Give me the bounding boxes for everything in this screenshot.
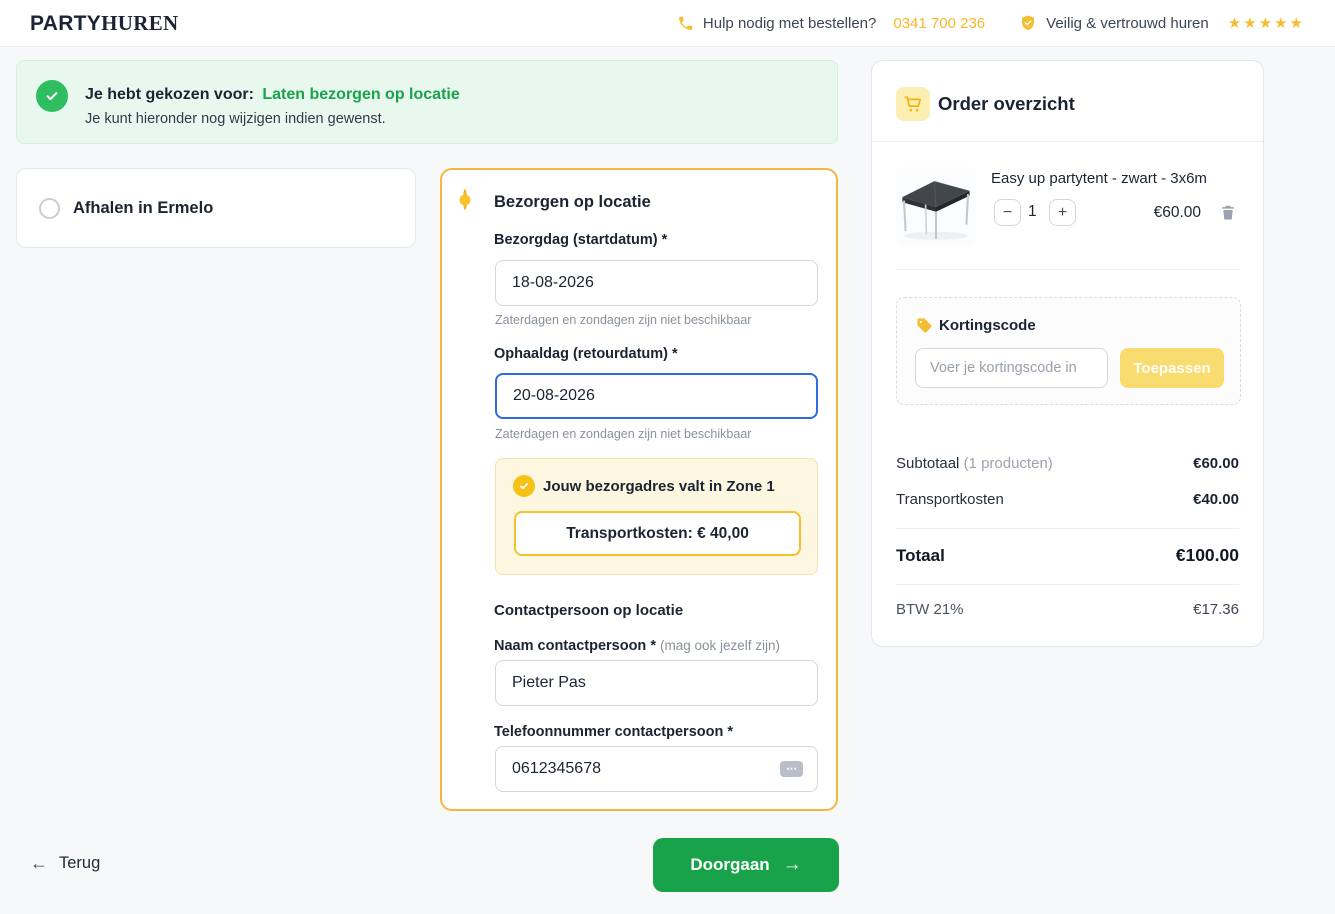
- trust-text: Veilig & vertrouwd huren: [1046, 14, 1209, 32]
- divider: [896, 584, 1239, 585]
- subtotal-label: Subtotaal (1 producten): [896, 455, 1053, 472]
- zone-info-box: Jouw bezorgadres valt in Zone 1 Transpor…: [495, 458, 818, 575]
- vat-label: BTW 21%: [896, 601, 964, 618]
- contact-name-hint: (mag ook jezelf zijn): [660, 638, 781, 653]
- delivery-date-helper: Zaterdagen en zondagen zijn niet beschik…: [495, 313, 752, 327]
- discount-title: Kortingscode: [939, 317, 1036, 334]
- contact-name-label: Naam contactpersoon * (mag ook jezelf zi…: [494, 638, 781, 654]
- subtotal-count: (1 producten): [963, 455, 1053, 472]
- product-price: €60.00: [1153, 204, 1201, 221]
- logo-text-party: PARTY: [30, 11, 102, 35]
- arrow-left-icon: ←: [30, 853, 48, 873]
- discount-code-box: Kortingscode Toepassen: [896, 297, 1241, 405]
- zone-message: Jouw bezorgadres valt in Zone 1: [543, 478, 775, 495]
- logo-text-huren: HUREN: [101, 10, 179, 35]
- trust-group: Veilig & vertrouwd huren ★★★★★: [1019, 14, 1305, 32]
- tag-icon: [916, 317, 933, 339]
- total-value: €100.00: [1175, 545, 1239, 565]
- transport-cost-box: Transportkosten: € 40,00: [514, 511, 801, 556]
- quantity-increase-button[interactable]: +: [1049, 199, 1076, 226]
- back-label: Terug: [59, 854, 101, 872]
- quantity-value: 1: [1028, 203, 1037, 220]
- top-header: PARTYHUREN Hulp nodig met bestellen? 034…: [0, 0, 1335, 47]
- delivery-date-input[interactable]: [495, 260, 818, 306]
- zone-check-icon: [513, 475, 535, 497]
- help-group: Hulp nodig met bestellen? 0341 700 236: [677, 15, 985, 32]
- return-date-input[interactable]: [495, 373, 818, 419]
- pickup-option-label: Afhalen in Ermelo: [73, 198, 214, 217]
- total-row: Totaal €100.00: [896, 545, 1239, 566]
- delivery-option-card: Bezorgen op locatie Bezorgdag (startdatu…: [440, 168, 838, 811]
- contact-heading: Contactpersoon op locatie: [494, 602, 684, 619]
- autofill-icon[interactable]: ⋯: [780, 761, 803, 777]
- banner-title-choice: Laten bezorgen op locatie: [262, 86, 460, 103]
- cart-icon: [896, 87, 930, 121]
- continue-label: Doorgaan: [690, 855, 770, 874]
- transport-value: €40.00: [1193, 491, 1239, 508]
- divider: [896, 528, 1239, 529]
- arrow-right-icon: →: [782, 854, 802, 875]
- check-circle-icon: [36, 80, 68, 112]
- product-image: [896, 167, 976, 247]
- apply-discount-button[interactable]: Toepassen: [1120, 348, 1224, 388]
- contact-name-input[interactable]: [495, 660, 818, 706]
- delivery-date-label: Bezorgdag (startdatum) *: [494, 232, 668, 248]
- help-text: Hulp nodig met bestellen?: [702, 14, 877, 32]
- trash-icon[interactable]: [1219, 203, 1237, 222]
- phone-number-link[interactable]: 0341 700 236: [893, 15, 985, 32]
- phone-icon: [677, 15, 694, 32]
- site-logo[interactable]: PARTYHUREN: [30, 11, 178, 36]
- contact-phone-input[interactable]: [495, 746, 818, 792]
- star-icon: ★: [1227, 15, 1244, 32]
- return-date-label: Ophaaldag (retourdatum) *: [494, 346, 678, 362]
- star-icon: ★: [1258, 15, 1275, 32]
- order-summary-panel: Order overzicht Easy up partytent - zwar…: [871, 60, 1264, 647]
- discount-code-input[interactable]: [915, 348, 1108, 388]
- banner-subtitle: Je kunt hieronder nog wijzigen indien ge…: [85, 111, 386, 127]
- chosen-option-banner: Je hebt gekozen voor: Laten bezorgen op …: [16, 60, 838, 144]
- total-label: Totaal: [896, 546, 945, 565]
- pickup-radio[interactable]: [39, 197, 60, 219]
- vat-value: €17.36: [1193, 601, 1239, 618]
- contact-phone-label: Telefoonnummer contactpersoon *: [494, 724, 734, 740]
- delivery-option-label: Bezorgen op locatie: [494, 193, 651, 211]
- subtotal-row: Subtotaal (1 producten) €60.00: [896, 455, 1239, 472]
- rating-stars: ★★★★★: [1228, 14, 1305, 32]
- delivery-radio[interactable]: [463, 189, 467, 210]
- header-right: Hulp nodig met bestellen? 0341 700 236 V…: [677, 14, 1305, 32]
- product-name: Easy up partytent - zwart - 3x6m: [991, 170, 1207, 187]
- order-summary-title: Order overzicht: [938, 93, 1075, 114]
- quantity-decrease-button[interactable]: −: [994, 199, 1021, 226]
- divider: [872, 141, 1263, 142]
- transport-row: Transportkosten €40.00: [896, 491, 1239, 508]
- shield-check-icon: [1019, 14, 1037, 32]
- star-icon: ★: [1243, 15, 1259, 32]
- continue-button[interactable]: Doorgaan →: [653, 838, 839, 892]
- back-link[interactable]: ← Terug: [30, 853, 100, 874]
- banner-title: Je hebt gekozen voor: Laten bezorgen op …: [85, 86, 460, 104]
- star-icon: ★: [1274, 15, 1290, 32]
- star-icon: ★: [1289, 15, 1305, 32]
- checkout-page: PARTYHUREN Hulp nodig met bestellen? 034…: [0, 0, 1335, 914]
- pickup-option-card[interactable]: Afhalen in Ermelo: [16, 168, 416, 248]
- transport-label: Transportkosten: [896, 491, 1004, 508]
- subtotal-value: €60.00: [1193, 455, 1239, 472]
- vat-row: BTW 21% €17.36: [896, 601, 1239, 618]
- divider: [896, 269, 1239, 270]
- return-date-helper: Zaterdagen en zondagen zijn niet beschik…: [495, 427, 752, 441]
- banner-title-prefix: Je hebt gekozen voor:: [85, 86, 254, 103]
